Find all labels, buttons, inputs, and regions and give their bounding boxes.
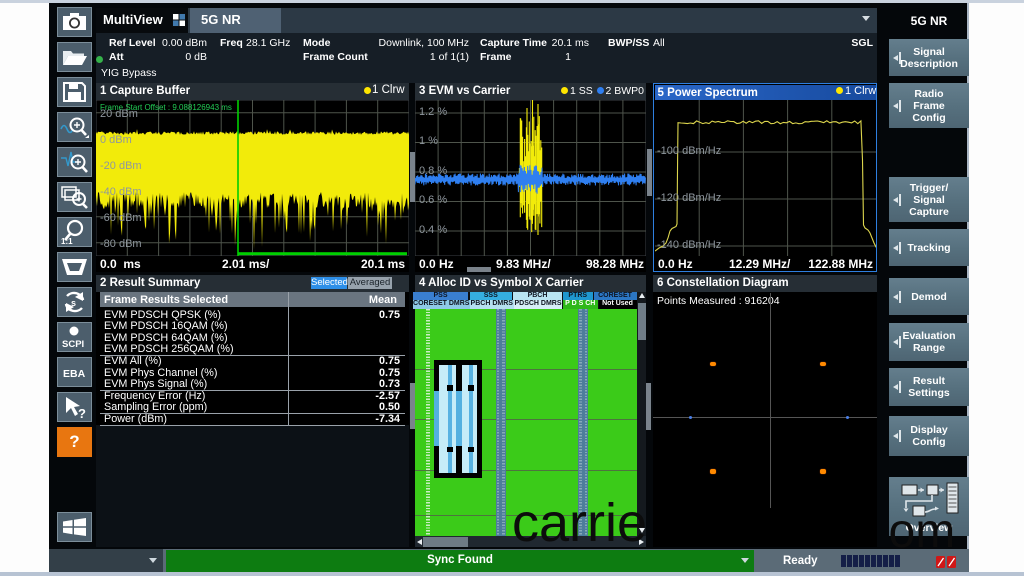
svg-text:SCPI: SCPI [62, 339, 84, 350]
svg-text:1:1: 1:1 [61, 237, 73, 246]
svg-text:s: s [71, 298, 76, 308]
svg-text:EBA: EBA [63, 368, 86, 380]
svg-text:?: ? [78, 406, 86, 421]
